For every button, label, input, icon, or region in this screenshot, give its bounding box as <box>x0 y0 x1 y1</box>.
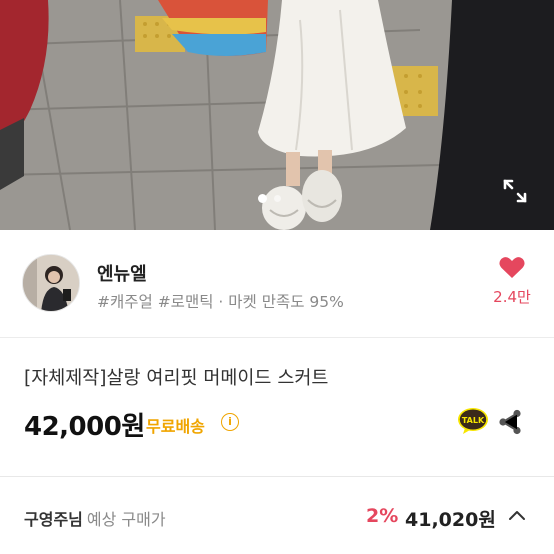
section-divider <box>0 476 554 477</box>
expand-icon[interactable] <box>500 176 530 206</box>
like-button[interactable]: 2.4만 <box>488 256 536 307</box>
price-row: 42,000원 무료배송 i TALK <box>24 404 534 444</box>
pager-dot <box>274 195 281 202</box>
chevron-up-icon[interactable] <box>508 509 526 521</box>
heart-icon <box>499 257 525 278</box>
free-shipping-label: 무료배송 <box>146 417 205 436</box>
kakao-talk-icon[interactable]: TALK <box>457 407 489 435</box>
product-price: 42,000원 <box>24 412 145 442</box>
expected-price-bar[interactable]: 구영주님 예상 구매가 2% 41,020원 <box>24 505 534 532</box>
expected-price-label: 예상 구매가 <box>86 510 166 529</box>
avatar-image <box>23 255 79 311</box>
seller-name[interactable]: 엔뉴엘 <box>97 260 147 286</box>
share-icon[interactable] <box>498 409 522 435</box>
expected-price: 41,020원 <box>405 509 496 531</box>
product-image-carousel[interactable] <box>0 0 554 230</box>
pager-dot-active <box>258 194 267 203</box>
seller-tags: #캐주얼 #로맨틱 · 마켓 만족도 95% <box>97 293 344 311</box>
discount-rate: 2% <box>366 505 399 527</box>
talk-icon-label: TALK <box>462 416 485 425</box>
seller-section[interactable]: 엔뉴엘 #캐주얼 #로맨틱 · 마켓 만족도 95% 2.4만 <box>0 230 554 338</box>
seller-avatar[interactable] <box>22 254 80 312</box>
product-title: [자체제작]살랑 여리핏 머메이드 스커트 <box>24 368 329 389</box>
info-icon[interactable]: i <box>221 413 239 431</box>
like-count: 2.4만 <box>493 288 531 306</box>
carousel-pager <box>258 194 281 203</box>
buyer-name: 구영주님 <box>24 510 83 529</box>
